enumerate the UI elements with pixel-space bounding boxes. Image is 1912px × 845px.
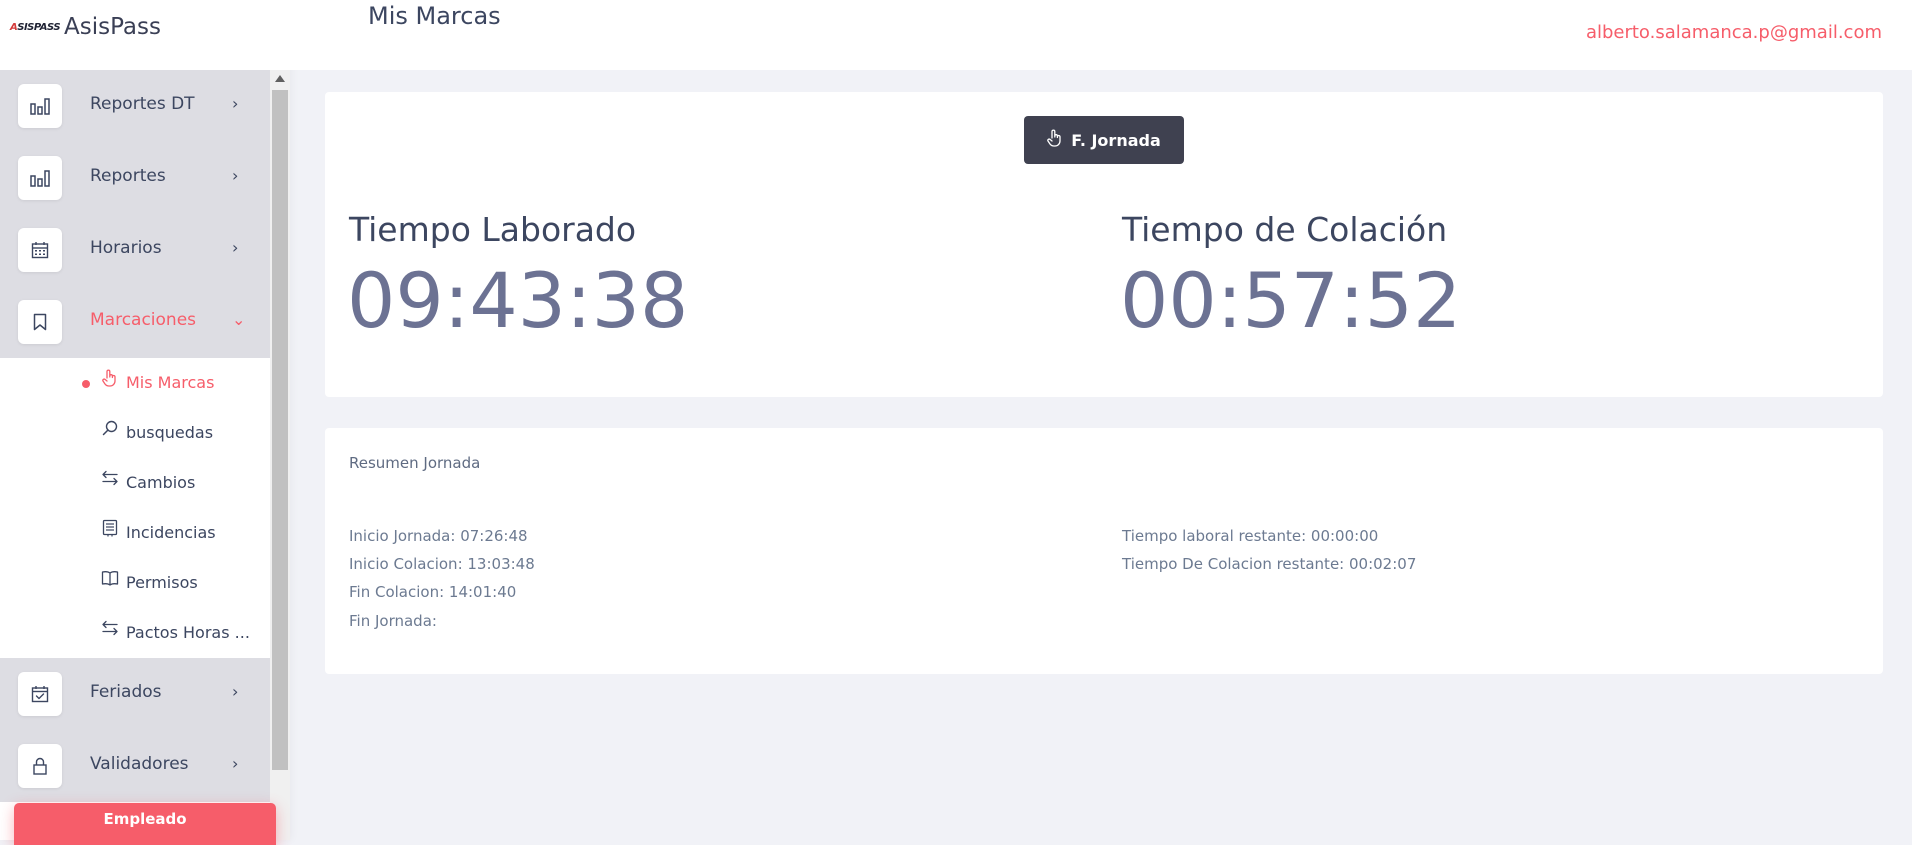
lock-icon [18, 744, 62, 788]
bar-chart-icon [18, 156, 62, 200]
summary-card: Resumen Jornada Inicio Jornada: 07:26:48… [325, 428, 1883, 674]
submenu-item-label: Permisos [126, 573, 198, 592]
lunch-time-title: Tiempo de Colación [1122, 210, 1448, 249]
summary-lunch-start: Inicio Colacion: 13:03:48 [349, 555, 535, 573]
submenu-item-label: Pactos Horas ... [126, 623, 250, 642]
lunch-time-value: 00:57:52 [1120, 256, 1462, 345]
list-icon [100, 518, 120, 538]
sidebar-item-label: Horarios [90, 238, 162, 258]
swap-icon [100, 618, 120, 638]
chevron-right-icon: › [232, 682, 239, 701]
sidebar-item-reportes-dt[interactable]: Reportes DT › [0, 70, 270, 142]
chevron-down-icon: ⌄ [232, 310, 246, 329]
submenu-marcaciones: Mis Marcas busquedas Cambios Incidencias [0, 358, 270, 658]
scroll-up-arrow-icon[interactable] [275, 75, 285, 82]
bar-chart-icon [18, 84, 62, 128]
time-card: F. Jornada Tiempo Laborado 09:43:38 Tiem… [325, 92, 1883, 397]
submenu-item-incidencias[interactable]: Incidencias [0, 508, 270, 558]
page-title: Mis Marcas [368, 2, 501, 30]
chevron-right-icon: › [232, 754, 239, 773]
end-shift-button[interactable]: F. Jornada [1024, 116, 1184, 164]
submenu-item-permisos[interactable]: Permisos [0, 558, 270, 608]
book-icon [100, 568, 120, 588]
sidebar-item-label: Feriados [90, 682, 162, 702]
scroll-thumb[interactable] [272, 90, 288, 770]
topbar: Mis Marcas alberto.salamanca.p@gmail.com [290, 0, 1912, 70]
submenu-item-label: Incidencias [126, 523, 216, 542]
search-icon [100, 418, 120, 438]
submenu-item-cambios[interactable]: Cambios [0, 458, 270, 508]
hand-pointer-icon [100, 368, 120, 388]
chevron-right-icon: › [232, 238, 239, 257]
sidebar-item-label: Marcaciones [90, 310, 197, 330]
summary-lunch-end: Fin Colacion: 14:01:40 [349, 583, 517, 601]
summary-title: Resumen Jornada [349, 454, 481, 472]
chevron-right-icon: › [232, 94, 239, 113]
summary-work-remaining: Tiempo laboral restante: 00:00:00 [1122, 527, 1379, 545]
end-shift-label: F. Jornada [1071, 130, 1161, 150]
submenu-item-label: Cambios [126, 473, 196, 492]
chevron-right-icon: › [232, 166, 239, 185]
worked-time-value: 09:43:38 [347, 256, 689, 345]
sidebar-item-reportes[interactable]: Reportes › [0, 142, 270, 214]
hand-pointer-icon [1047, 129, 1063, 151]
summary-shift-end: Fin Jornada: [349, 612, 437, 630]
calendar-icon [18, 228, 62, 272]
summary-lunch-remaining: Tiempo De Colacion restante: 00:02:07 [1122, 555, 1417, 573]
sidebar-item-horarios[interactable]: Horarios › [0, 214, 270, 286]
sidebar-item-label: Reportes DT [90, 94, 195, 114]
active-dot [82, 380, 90, 388]
submenu-item-mis-marcas[interactable]: Mis Marcas [0, 358, 270, 408]
submenu-item-label: Mis Marcas [126, 373, 215, 392]
bookmark-icon [18, 300, 62, 344]
submenu-item-label: busquedas [126, 423, 214, 442]
sidebar-scrollbar[interactable] [270, 70, 290, 840]
brand[interactable]: ASISPASS AsisPass [0, 0, 290, 70]
sidebar-item-marcaciones[interactable]: Marcaciones ⌄ [0, 286, 270, 358]
sidebar-item-label: Reportes [90, 166, 166, 186]
sidebar: ASISPASS AsisPass Reportes DT › Reportes… [0, 0, 290, 845]
brand-logo: ASISPASS [10, 22, 61, 33]
worked-time-title: Tiempo Laborado [349, 210, 637, 249]
brand-name: AsisPass [64, 14, 161, 40]
user-email[interactable]: alberto.salamanca.p@gmail.com [1586, 22, 1882, 43]
swap-icon [100, 468, 120, 488]
calendar-check-icon [18, 672, 62, 716]
sidebar-item-label: Validadores [90, 754, 189, 774]
submenu-item-pactos-horas[interactable]: Pactos Horas ... [0, 608, 270, 658]
sidebar-item-feriados[interactable]: Feriados › [0, 658, 270, 730]
summary-shift-start: Inicio Jornada: 07:26:48 [349, 527, 528, 545]
sidebar-menu: Reportes DT › Reportes › Horarios › Marc… [0, 70, 270, 840]
employee-button[interactable]: Empleado [14, 803, 276, 845]
submenu-item-busquedas[interactable]: busquedas [0, 408, 270, 458]
sidebar-item-validadores[interactable]: Validadores › [0, 730, 270, 802]
